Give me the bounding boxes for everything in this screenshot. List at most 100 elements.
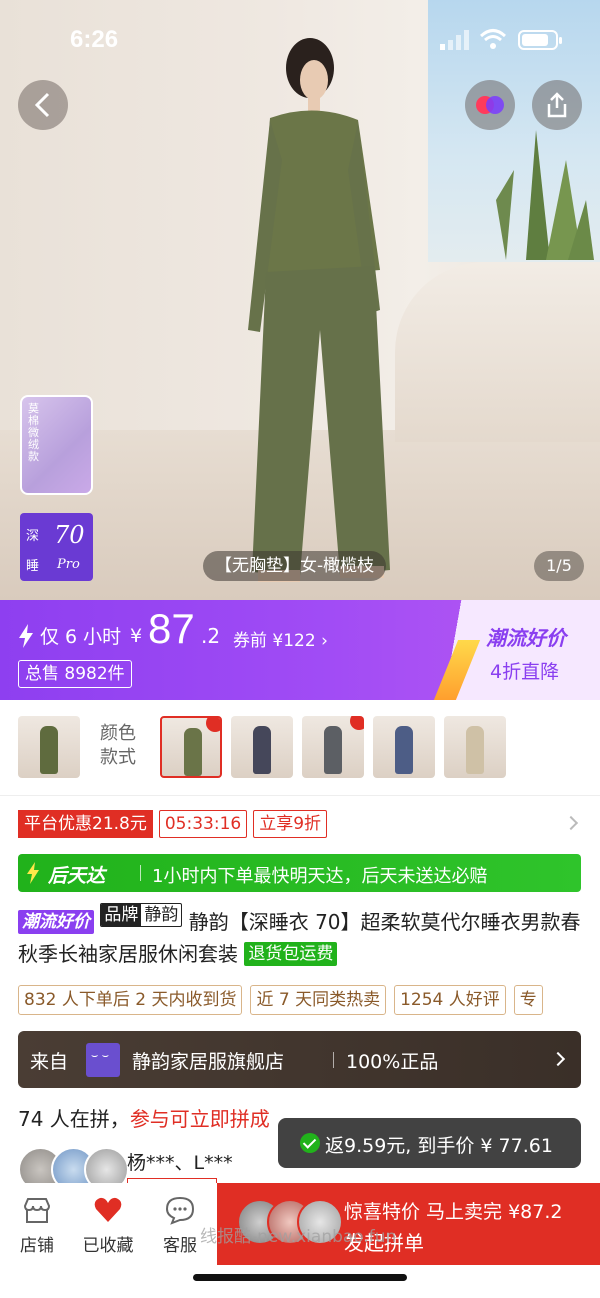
wifi-icon — [480, 29, 506, 49]
favorite-tab[interactable]: 已收藏 — [75, 1195, 141, 1256]
service-tag: 1254 人好评 — [394, 985, 506, 1015]
store-icon — [23, 1198, 51, 1223]
trend-stripe — [433, 640, 481, 700]
brand-logo-button[interactable] — [465, 80, 515, 130]
brand-logo-icon — [476, 96, 504, 114]
image-caption: 【无胸垫】女-橄榄枝 — [203, 551, 387, 581]
flash-sale-label: 仅 6 小时 — [40, 626, 122, 648]
variant-option[interactable] — [160, 716, 222, 778]
variant-figure — [466, 726, 484, 774]
cashback-toast: 返9.59元, 到手价 ¥ 77.61 — [278, 1118, 581, 1168]
countdown-timer: 05:33:16 — [158, 810, 248, 838]
variant-label-style: 款式 — [100, 747, 136, 768]
price-integer: 87 — [148, 605, 195, 652]
before-coupon-price[interactable]: 券前 ¥122 › — [233, 626, 328, 651]
service-tags: 832 人下单后 2 天内收到货近 7 天同类热卖 1254 人好评专 — [18, 985, 600, 1015]
variant-option[interactable] — [302, 716, 364, 778]
fabric-label: 莫棉微绒款 — [28, 402, 39, 463]
store-from-label: 来自 — [30, 1051, 69, 1073]
group-buy-header[interactable]: 74 人在拼，参与可立即拼成 — [18, 1103, 270, 1132]
divider — [0, 795, 600, 796]
series-number: 70 — [54, 521, 85, 549]
store-name: 静韵家居服旗舰店 — [132, 1051, 285, 1073]
flame-icon — [350, 716, 364, 730]
total-sold: 总售 8982件 — [18, 660, 132, 688]
series-pro: Pro — [57, 557, 80, 572]
flame-icon — [206, 718, 220, 732]
brand-badge-label: 品牌 — [101, 904, 142, 926]
price-banner: 仅 6 小时 ¥ 87 .2 券前 ¥122 › 总售 8982件 潮流好价 4… — [0, 600, 600, 700]
group-member-names: 杨***、L*** — [127, 1152, 233, 1174]
before-coupon-text: 券前 ¥122 — [233, 631, 316, 651]
group-count: 74 人在拼， — [18, 1107, 130, 1131]
share-button[interactable] — [532, 80, 582, 130]
chevron-right-icon[interactable] — [563, 815, 579, 831]
store-tab-label: 店铺 — [20, 1236, 54, 1256]
brand-badge-name: 静韵 — [144, 905, 179, 925]
genuine-label: 100%正品 — [346, 1051, 439, 1073]
battery-icon — [518, 30, 562, 50]
trend-discount: 4折直降 — [490, 661, 560, 683]
signal-icon — [440, 30, 469, 50]
delivery-banner[interactable]: 后天达 1小时内下单最快明天达，后天未送达必赔 — [18, 854, 581, 892]
status-time: 6:26 — [70, 26, 119, 53]
cashback-text: 返9.59元, 到手价 ¥ 77.61 — [325, 1135, 553, 1157]
group-join-text: 参与可立即拼成 — [129, 1107, 270, 1131]
service-tag: 近 7 天同类热卖 — [250, 985, 387, 1015]
variant-label: 颜色 款式 — [100, 722, 136, 770]
check-icon — [300, 1133, 320, 1153]
trend-price-tag: 潮流好价 4折直降 — [433, 600, 600, 700]
lightning-icon — [19, 624, 33, 648]
share-icon — [547, 92, 567, 118]
model-figure — [248, 38, 390, 582]
chevron-right-icon — [550, 1051, 566, 1067]
buy-line-1: 惊喜特价 马上卖完 ¥87.2 — [344, 1201, 563, 1223]
variant-option[interactable] — [444, 716, 506, 778]
chat-icon — [165, 1196, 195, 1225]
variant-figure — [395, 726, 413, 774]
variant-figure — [40, 726, 58, 774]
lightning-icon — [27, 862, 39, 884]
product-hero-image[interactable]: 6:26 莫棉微绒款 深 睡 70 Pro 【无胸垫】女-橄榄枝 1/5 — [0, 0, 600, 600]
plant-illustration — [496, 130, 594, 260]
variant-option[interactable] — [18, 716, 80, 778]
store-tab[interactable]: 店铺 — [4, 1195, 70, 1256]
delivery-text: 1小时内下单最快明天达，后天未送达必赔 — [152, 866, 488, 887]
free-return-badge: 退货包运费 — [244, 942, 338, 966]
series-badge: 深 睡 70 Pro — [20, 513, 93, 581]
price-currency: ¥ — [130, 625, 143, 647]
delivery-separator — [140, 865, 141, 881]
favorite-tab-label: 已收藏 — [82, 1236, 134, 1256]
variant-figure — [253, 726, 271, 774]
fabric-thumbnail[interactable]: 莫棉微绒款 — [20, 395, 93, 495]
variant-figure — [324, 726, 342, 774]
series-char-2: 睡 — [26, 559, 40, 574]
variant-option[interactable] — [373, 716, 435, 778]
series-char-1: 深 — [26, 529, 40, 544]
platform-discount: 平台优惠21.8元 — [18, 810, 153, 838]
service-tag: 专 — [513, 985, 543, 1015]
chevron-left-icon — [34, 92, 50, 118]
watermark: 线报酷-new.xianbao.fun — [200, 1227, 397, 1247]
service-tag: 832 人下单后 2 天内收到货 — [18, 985, 243, 1015]
home-indicator[interactable] — [193, 1274, 407, 1281]
status-bar: 6:26 — [0, 0, 600, 80]
variant-figure — [184, 728, 202, 776]
trend-title: 潮流好价 — [486, 626, 566, 650]
product-page: 6:26 莫棉微绒款 深 睡 70 Pro 【无胸垫】女-橄榄枝 1/5 仅 6… — [0, 0, 600, 1298]
image-counter: 1/5 — [534, 551, 584, 581]
store-separator — [333, 1052, 334, 1068]
trend-badge: 潮流好价 — [18, 910, 94, 934]
back-button[interactable] — [18, 80, 68, 130]
delivery-headline: 后天达 — [48, 865, 106, 887]
variant-option[interactable] — [231, 716, 293, 778]
store-logo-icon — [86, 1043, 120, 1077]
promotion-row[interactable]: 平台优惠21.8元 05:33:16 立享9折 — [18, 810, 328, 838]
variant-selector — [0, 700, 600, 795]
variant-label-color: 颜色 — [100, 723, 136, 744]
product-title: 潮流好价 品牌 静韵 静韵【深睡衣 70】超柔软莫代尔睡衣男款春秋季长袖家居服休闲… — [18, 903, 588, 970]
brand-badge[interactable]: 品牌 静韵 — [100, 903, 183, 927]
price-decimal: .2 — [201, 624, 221, 648]
heart-icon — [94, 1197, 122, 1222]
store-banner[interactable]: 来自 静韵家居服旗舰店 100%正品 — [18, 1031, 581, 1088]
